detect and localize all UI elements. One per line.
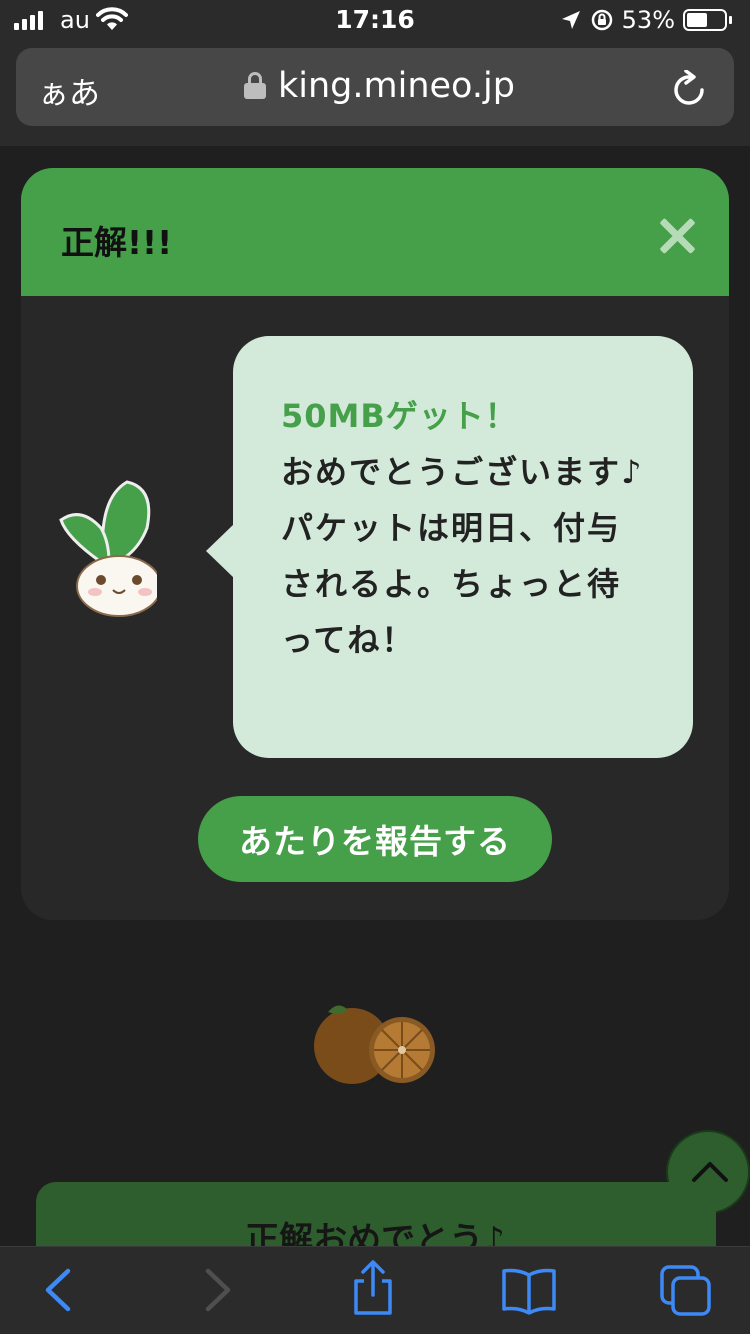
- address-bar[interactable]: ぁあ king.mineo.jp: [16, 48, 734, 126]
- reader-options-button[interactable]: ぁあ: [38, 68, 100, 113]
- tabs-icon[interactable]: [658, 1263, 714, 1319]
- forward-icon[interactable]: [200, 1265, 236, 1315]
- battery-icon: [683, 9, 727, 31]
- speech-bubble-tail: [206, 524, 234, 578]
- speech-bubble: 50MBゲット！ おめでとうございます♪パケットは明日、付与されるよ。ちょっと待…: [233, 336, 693, 758]
- share-icon[interactable]: [350, 1259, 396, 1317]
- report-win-button[interactable]: あたりを報告する: [198, 796, 552, 882]
- bookmarks-icon[interactable]: [500, 1265, 558, 1315]
- lock-icon: [244, 72, 266, 99]
- orientation-lock-icon: [591, 9, 612, 31]
- reload-icon[interactable]: [672, 70, 708, 108]
- browser-toolbar: [0, 1246, 750, 1334]
- message-text: おめでとうございます♪パケットは明日、付与されるよ。ちょっと待ってね！: [281, 453, 644, 659]
- back-icon[interactable]: [40, 1265, 76, 1315]
- status-bar: au 17:16 53%: [0, 0, 750, 40]
- orange-illustration: [314, 1005, 435, 1084]
- url-text[interactable]: king.mineo.jp: [278, 66, 515, 106]
- modal-title: 正解!!!: [61, 223, 173, 262]
- close-icon[interactable]: [657, 216, 697, 256]
- mascot-icon: [59, 480, 157, 617]
- reward-text: 50MBゲット！: [281, 397, 518, 435]
- battery-percent: 53%: [621, 6, 675, 34]
- location-icon: [561, 11, 580, 29]
- modal-header: 正解!!!: [21, 168, 729, 296]
- result-modal: 正解!!! 50MBゲット！ おめでとうございます♪パケットは明日、付与されるよ…: [21, 168, 729, 920]
- browser-address-area: ぁあ king.mineo.jp: [0, 40, 750, 146]
